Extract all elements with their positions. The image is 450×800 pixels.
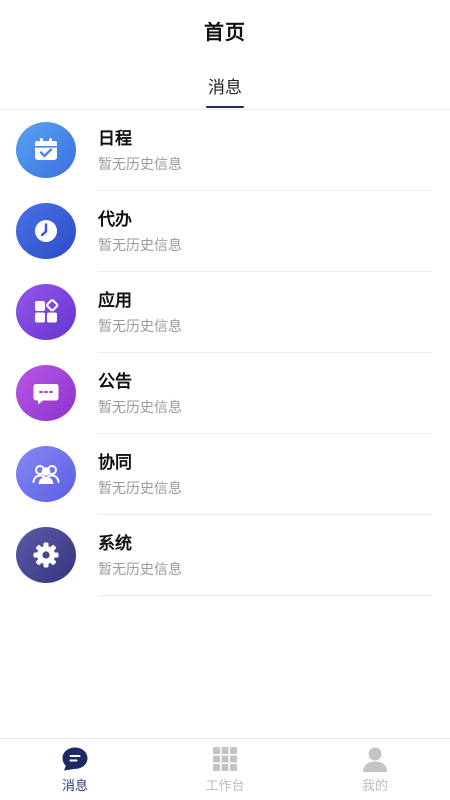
nav-label: 工作台 [205, 778, 245, 794]
message-item-schedule[interactable]: 日程 暂无历史信息 [0, 110, 450, 191]
top-header: 首页 [0, 0, 450, 60]
gear-icon [16, 527, 76, 583]
nav-label: 我的 [361, 778, 388, 794]
calendar-check-icon [16, 122, 76, 178]
message-subtitle: 暂无历史信息 [98, 238, 182, 254]
message-item-collaboration[interactable]: 协同 暂无历史信息 [0, 434, 450, 515]
message-subtitle: 暂无历史信息 [98, 319, 182, 335]
apps-grid-icon [16, 284, 76, 340]
bottom-navigation: 消息 工作台 我的 [0, 738, 450, 800]
message-item-todo[interactable]: 代办 暂无历史信息 [0, 191, 450, 272]
message-icon [61, 746, 89, 772]
nav-profile[interactable]: 我的 [300, 739, 450, 800]
clock-icon [16, 203, 76, 259]
message-title: 系统 [98, 534, 132, 554]
message-list: 日程 暂无历史信息 代办 暂无历史信息 应用 暂无历史信息 公告 暂无历史信息 … [0, 110, 450, 596]
message-title: 代办 [98, 210, 132, 230]
message-title: 公告 [98, 372, 132, 392]
message-item-apps[interactable]: 应用 暂无历史信息 [0, 272, 450, 353]
tab-bar: 消息 [0, 60, 450, 110]
chat-bubble-icon [16, 365, 76, 421]
user-icon [361, 746, 389, 772]
tab-messages-label: 消息 [208, 77, 242, 98]
message-title: 协同 [98, 453, 132, 473]
message-subtitle: 暂无历史信息 [98, 157, 182, 173]
message-title: 应用 [98, 291, 132, 311]
nav-label: 消息 [61, 778, 88, 794]
message-title: 日程 [98, 129, 132, 149]
tab-messages[interactable]: 消息 [202, 60, 248, 110]
users-icon [16, 446, 76, 502]
page-title: 首页 [204, 19, 246, 44]
nav-messages[interactable]: 消息 [0, 739, 150, 800]
divider [98, 595, 432, 596]
message-item-system[interactable]: 系统 暂无历史信息 [0, 515, 450, 596]
tab-active-indicator [206, 106, 244, 108]
message-item-announcement[interactable]: 公告 暂无历史信息 [0, 353, 450, 434]
message-subtitle: 暂无历史信息 [98, 400, 182, 416]
grid-icon [211, 746, 239, 772]
nav-workbench[interactable]: 工作台 [150, 739, 300, 800]
message-subtitle: 暂无历史信息 [98, 562, 182, 578]
message-subtitle: 暂无历史信息 [98, 481, 182, 497]
